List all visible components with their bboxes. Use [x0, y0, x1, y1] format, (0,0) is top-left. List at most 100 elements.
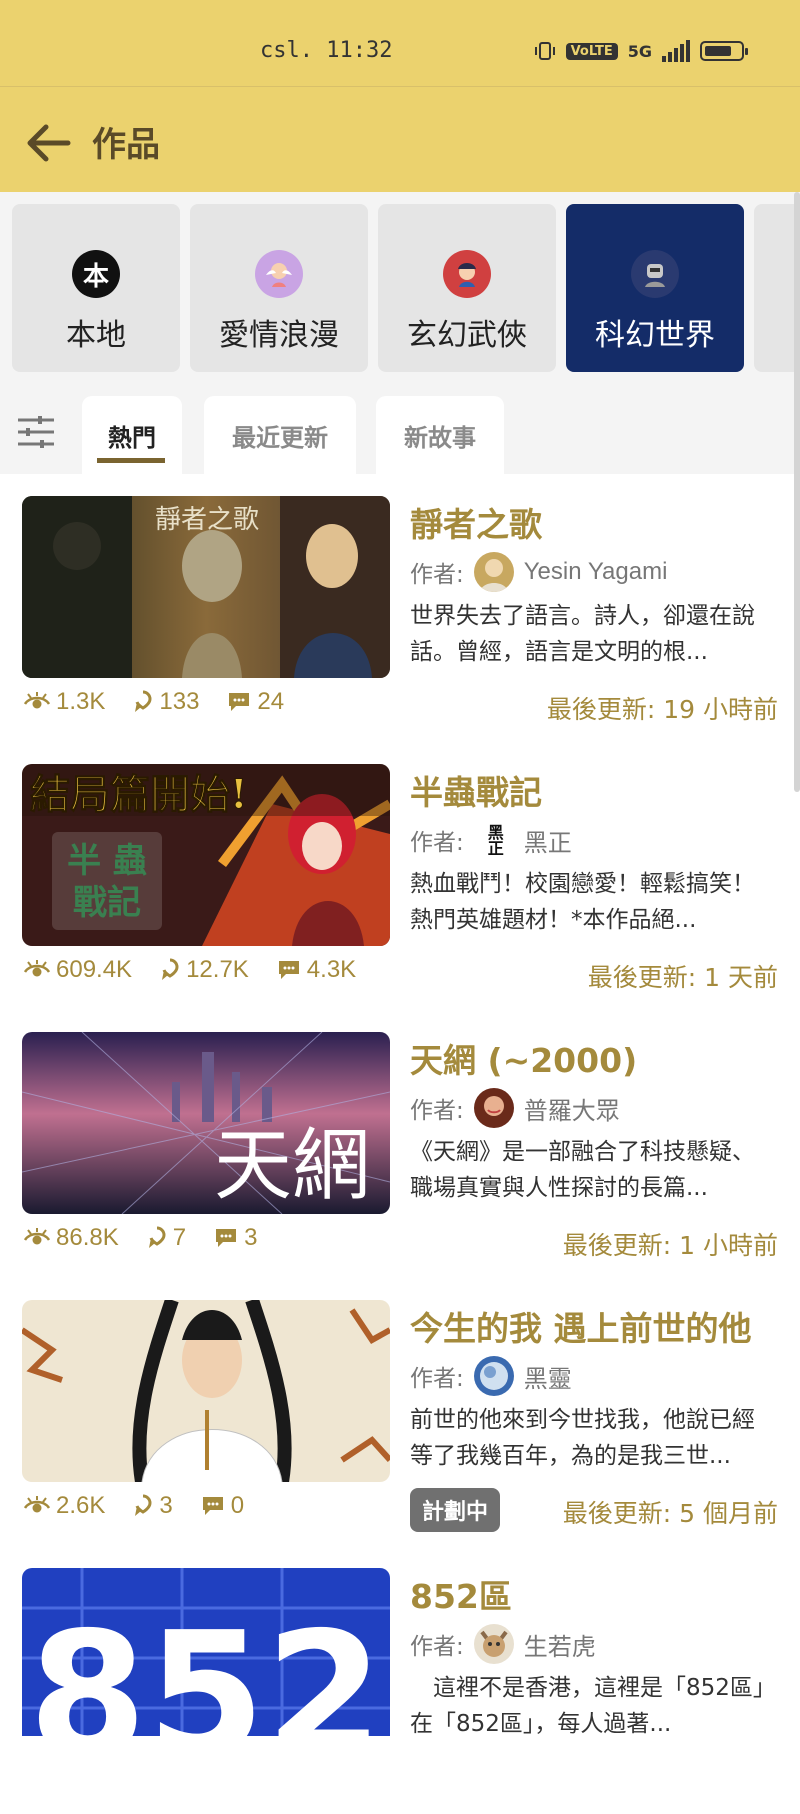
story-cover[interactable]	[22, 1300, 390, 1482]
svg-text:戰記: 戰記	[73, 883, 141, 923]
story-description: 熱血戰鬥！校園戀愛！輕鬆搞笑！熱門英雄題材！*本作品絕...	[410, 871, 755, 933]
story-card[interactable]: 天網 天網 (~2000) 作者: 普羅大眾 《天網》是一部融合了科技懸疑、職場…	[0, 1010, 800, 1278]
warrior-icon	[443, 250, 491, 298]
author-name: 生若虎	[523, 1633, 596, 1661]
story-description: 這裡不是香港，這裡是「852區」 在「852區」，每人過著...	[410, 1675, 772, 1737]
eye-icon	[24, 960, 50, 977]
story-stats: 609.4K 12.7K 4.3K	[24, 956, 384, 984]
category-romance[interactable]: 愛情浪漫	[190, 204, 368, 372]
author-row[interactable]: 作者: 普羅大眾	[410, 1088, 620, 1128]
back-arrow-icon	[27, 124, 71, 162]
status-bar: csl. 11:32 VoLTE 5G	[0, 0, 800, 86]
status-time: csl. 11:32	[260, 38, 393, 63]
filter-button[interactable]	[16, 412, 56, 452]
local-icon: 本	[72, 250, 120, 298]
comments-stat: 0	[201, 1492, 244, 1520]
comments-stat: 3	[214, 1224, 257, 1252]
story-cover[interactable]: 852	[22, 1568, 390, 1736]
scrollbar[interactable]	[794, 192, 800, 792]
author-name: 黑靈	[523, 1365, 572, 1393]
status-icons: VoLTE 5G	[534, 40, 748, 62]
tab-new[interactable]: 新故事	[376, 396, 504, 474]
category-scifi[interactable]: 科幻世界	[566, 204, 744, 372]
author-name: Yesin Yagami	[523, 558, 668, 585]
category-label: 科幻世界	[595, 318, 715, 353]
network-type: 5G	[627, 41, 652, 61]
story-card[interactable]: 今生的我 遇上前世的他 作者: 黑靈 前世的他來到今世找我，他說已經等了我幾百年…	[0, 1278, 800, 1546]
page-title: 作品	[92, 125, 160, 165]
category-label: 玄幻武俠	[407, 318, 527, 353]
story-stats: 2.6K 3 0	[24, 1492, 272, 1520]
cover-title: 結局篇開始!	[30, 771, 248, 818]
comment-icon	[229, 693, 250, 711]
comment-icon	[278, 961, 299, 979]
story-card[interactable]: 結局篇開始! 半 蟲 戰記 半蟲戰記 作者: 黑正 黑正 熱血戰鬥！校園戀愛！輕…	[0, 742, 800, 1010]
views-stat: 1.3K	[24, 688, 105, 716]
signal-icon	[662, 40, 690, 62]
eye-icon	[24, 1228, 50, 1245]
likes-stat: 133	[133, 688, 199, 716]
updated-time: 最後更新: 1 小時前	[562, 1231, 778, 1260]
comment-icon	[202, 1497, 223, 1515]
author-avatar	[473, 1624, 514, 1664]
story-description: 前世的他來到今世找我，他說已經等了我幾百年，為的是我三世...	[410, 1407, 755, 1469]
battery-icon	[700, 41, 748, 61]
views-stat: 86.8K	[24, 1224, 119, 1252]
story-title[interactable]: 半蟲戰記	[410, 766, 542, 814]
views-stat: 609.4K	[24, 956, 132, 984]
tab-recent[interactable]: 最近更新	[204, 396, 356, 474]
cupid-icon	[255, 250, 303, 298]
likes-stat: 12.7K	[160, 956, 249, 984]
story-title[interactable]: 天網 (~2000)	[410, 1034, 637, 1082]
updated-time: 最後更新: 1 天前	[587, 963, 778, 992]
like-icon	[148, 1226, 166, 1248]
like-icon	[135, 690, 152, 712]
category-fantasy[interactable]: 玄幻武俠	[378, 204, 556, 372]
author-avatar	[473, 552, 514, 592]
author-label: 作者:	[410, 1098, 464, 1124]
vibrate-icon	[534, 42, 555, 60]
robot-icon	[631, 250, 679, 298]
story-title[interactable]: 852區	[410, 1570, 512, 1618]
author-label: 作者:	[410, 1634, 464, 1660]
eye-icon	[24, 1496, 50, 1513]
story-card[interactable]: 852 852區 作者: 生若虎 這裡不是香港，這裡是「852區」 在「852區…	[0, 1546, 800, 1814]
author-name: 黑正	[523, 829, 572, 857]
category-local[interactable]: 本 本地	[12, 204, 180, 372]
author-name: 普羅大眾	[523, 1097, 620, 1125]
author-avatar	[473, 1356, 514, 1396]
story-stats: 86.8K 7 3	[24, 1224, 285, 1252]
story-title[interactable]: 靜者之歌	[410, 498, 542, 546]
story-title[interactable]: 今生的我 遇上前世的他	[410, 1302, 752, 1350]
story-card[interactable]: 靜者之歌 靜者之歌 作者: Yesin Yagami 世界失去了語言。詩人，卻還…	[0, 474, 800, 742]
filter-sliders-icon	[18, 416, 54, 448]
cover-title: 天網	[214, 1121, 370, 1211]
svg-text:半 蟲: 半 蟲	[67, 841, 147, 881]
story-stats: 1.3K 133 24	[24, 688, 312, 716]
updated-time: 最後更新: 5 個月前	[562, 1499, 778, 1528]
comments-stat: 24	[227, 688, 284, 716]
cover-title: 852	[29, 1596, 384, 1736]
likes-stat: 7	[147, 1224, 186, 1252]
cover-title: 靜者之歌	[155, 505, 259, 535]
updated-time: 最後更新: 19 小時前	[546, 695, 778, 724]
active-tab-indicator	[97, 458, 165, 463]
like-icon	[162, 958, 179, 980]
author-row[interactable]: 作者: 生若虎	[410, 1624, 596, 1664]
comments-stat: 4.3K	[277, 956, 356, 984]
story-cover[interactable]: 靜者之歌	[22, 496, 390, 678]
story-description: 《天網》是一部融合了科技懸疑、職場真實與人性探討的長篇...	[410, 1139, 755, 1201]
story-description: 世界失去了語言。詩人，卻還在說話。曾經，語言是文明的根...	[410, 603, 755, 665]
category-label: 本地	[66, 318, 126, 353]
author-row[interactable]: 作者: Yesin Yagami	[410, 552, 667, 592]
back-button[interactable]	[22, 121, 76, 165]
author-avatar	[473, 1088, 514, 1128]
author-row[interactable]: 作者: 黑正 黑正	[410, 820, 572, 860]
author-avatar: 黑正	[473, 820, 514, 860]
author-row[interactable]: 作者: 黑靈	[410, 1356, 572, 1396]
story-cover[interactable]: 結局篇開始! 半 蟲 戰記	[22, 764, 390, 946]
author-label: 作者:	[410, 830, 464, 856]
likes-stat: 3	[133, 1492, 173, 1520]
story-cover[interactable]: 天網	[22, 1032, 390, 1214]
category-row: 本 本地 愛情浪漫 玄幻武俠 科幻世界	[0, 192, 800, 382]
